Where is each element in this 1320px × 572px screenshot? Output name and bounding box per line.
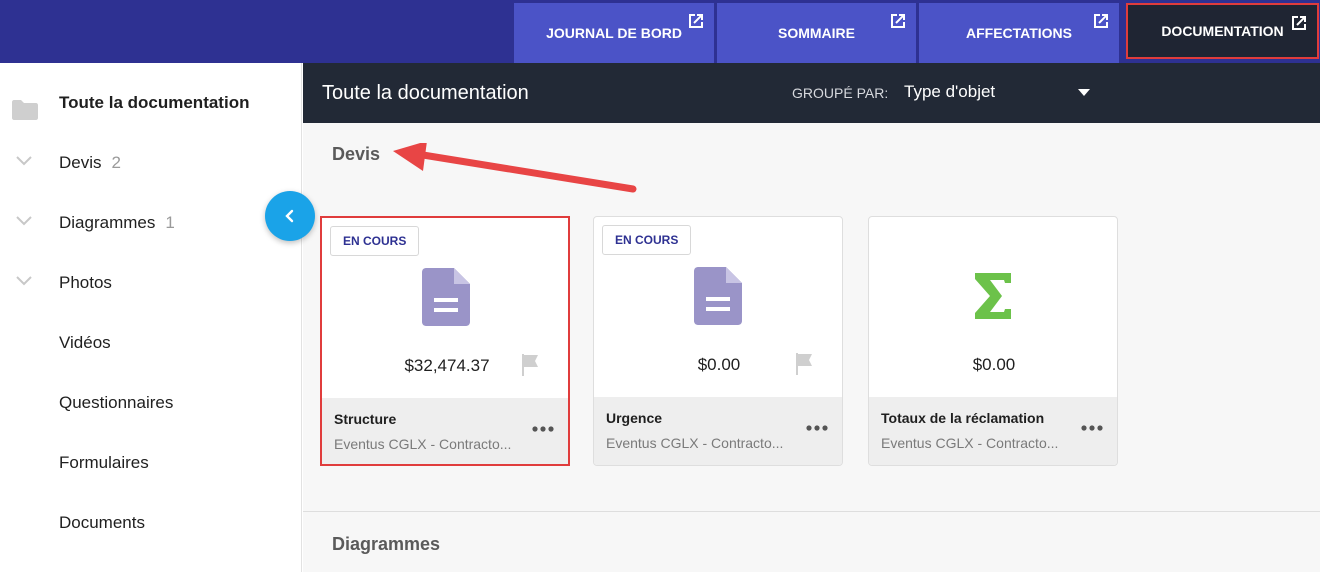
card-subtitle: Eventus CGLX - Contracto... xyxy=(606,435,784,451)
tab-label: JOURNAL DE BORD xyxy=(546,25,682,41)
sidebar-item-label: Photos xyxy=(59,273,112,292)
flag-icon[interactable] xyxy=(794,353,814,375)
tab-sommaire[interactable]: SOMMAIRE xyxy=(717,3,916,63)
sigma-icon xyxy=(975,273,1011,319)
collapse-sidebar-button[interactable] xyxy=(265,191,315,241)
document-icon xyxy=(422,268,470,326)
sidebar-item-diagrammes[interactable]: Diagrammes 1 xyxy=(0,193,302,253)
sidebar-item-photos[interactable]: Photos xyxy=(0,253,302,313)
top-bar: JOURNAL DE BORD SOMMAIRE AFFECTATIONS DO… xyxy=(0,0,1320,63)
sidebar-item-count: 2 xyxy=(111,153,121,172)
tab-label: DOCUMENTATION xyxy=(1161,23,1284,39)
chevron-down-icon[interactable] xyxy=(16,216,32,226)
annotation-arrow-icon xyxy=(393,143,637,193)
more-options-icon[interactable] xyxy=(1081,425,1103,431)
chevron-down-icon[interactable] xyxy=(16,156,32,166)
devis-card-totaux[interactable]: $0.00 Totaux de la réclamation Eventus C… xyxy=(868,216,1118,466)
external-link-icon[interactable] xyxy=(888,11,908,31)
card-footer: Urgence Eventus CGLX - Contracto... xyxy=(594,397,842,465)
chevron-down-icon[interactable] xyxy=(16,276,32,286)
tab-label: SOMMAIRE xyxy=(778,25,855,41)
sidebar-item-label: Toute la documentation xyxy=(59,93,250,112)
folder-icon xyxy=(12,100,38,120)
status-badge: EN COURS xyxy=(330,226,420,256)
sidebar-item-label: Devis xyxy=(59,153,102,172)
tab-journal-de-bord[interactable]: JOURNAL DE BORD xyxy=(514,3,714,63)
card-footer: Structure Eventus CGLX - Contracto... xyxy=(322,398,568,464)
devis-card-structure[interactable]: EN COURS $32,474.37 Structure Eventus CG… xyxy=(320,216,570,466)
card-name: Totaux de la réclamation xyxy=(881,410,1045,426)
card-footer: Totaux de la réclamation Eventus CGLX - … xyxy=(869,397,1117,465)
section-divider xyxy=(303,511,1320,512)
group-by-label: GROUPÉ PAR: xyxy=(792,85,889,101)
external-link-icon[interactable] xyxy=(686,11,706,31)
sidebar-item-label: Vidéos xyxy=(59,333,111,352)
tab-label: AFFECTATIONS xyxy=(965,25,1073,41)
status-badge: EN COURS xyxy=(602,225,692,255)
external-link-icon[interactable] xyxy=(1091,11,1111,31)
sidebar-item-questionnaires[interactable]: Questionnaires xyxy=(0,373,302,433)
sidebar-item-label: Documents xyxy=(59,513,145,532)
sidebar-item-label: Questionnaires xyxy=(59,393,174,412)
card-subtitle: Eventus CGLX - Contracto... xyxy=(334,436,512,452)
sidebar-item-count: 1 xyxy=(165,213,175,232)
card-name: Urgence xyxy=(606,410,663,426)
sidebar-item-videos[interactable]: Vidéos xyxy=(0,313,302,373)
tab-documentation[interactable]: DOCUMENTATION xyxy=(1126,3,1319,59)
section-title-diagrammes: Diagrammes xyxy=(332,534,441,554)
page-title: Toute la documentation xyxy=(322,82,529,104)
more-options-icon[interactable] xyxy=(806,425,828,431)
sidebar-item-all-documentation[interactable]: Toute la documentation xyxy=(0,73,302,133)
sidebar-item-documents[interactable]: Documents xyxy=(0,493,302,553)
sidebar-item-label: Formulaires xyxy=(59,453,149,472)
devis-card-urgence[interactable]: EN COURS $0.00 Urgence Eventus CGLX - Co… xyxy=(593,216,843,466)
section-title-devis: Devis xyxy=(332,144,381,164)
main-header: Toute la documentation GROUPÉ PAR: Type … xyxy=(303,63,1320,123)
caret-down-icon[interactable] xyxy=(1078,89,1090,97)
sidebar-item-devis[interactable]: Devis 2 xyxy=(0,133,302,193)
sidebar-item-label: Diagrammes xyxy=(59,213,156,232)
sidebar-item-formulaires[interactable]: Formulaires xyxy=(0,433,302,493)
more-options-icon[interactable] xyxy=(532,426,554,432)
external-link-icon[interactable] xyxy=(1289,13,1309,33)
document-icon xyxy=(694,267,742,325)
card-subtitle: Eventus CGLX - Contracto... xyxy=(881,435,1059,451)
card-amount: $0.00 xyxy=(972,355,1016,374)
main-content: Toute la documentation GROUPÉ PAR: Type … xyxy=(303,63,1320,572)
sidebar: Toute la documentation Devis 2 Diagrammes… xyxy=(0,63,302,572)
chevron-left-icon xyxy=(285,209,294,223)
card-name: Structure xyxy=(334,411,397,427)
tab-affectations[interactable]: AFFECTATIONS xyxy=(919,3,1119,63)
group-by-select[interactable]: Type d'objet xyxy=(904,82,995,102)
flag-icon[interactable] xyxy=(520,354,540,376)
